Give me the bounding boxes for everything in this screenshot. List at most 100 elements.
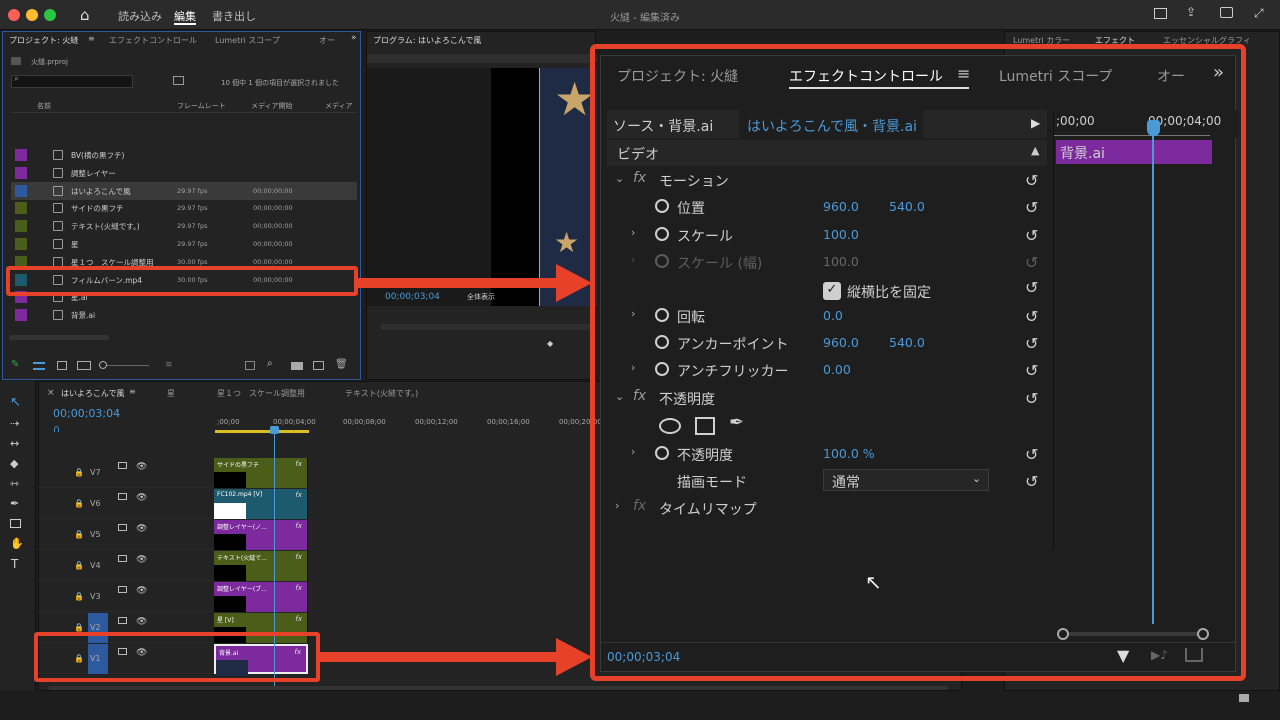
sync-lock-icon[interactable] [118, 555, 127, 562]
stopwatch-icon[interactable] [655, 308, 669, 322]
work-area-bar[interactable] [215, 430, 309, 433]
timeline-menu-icon[interactable]: ≡ [129, 387, 136, 396]
timeline-clip[interactable]: 調整レイヤー(ノ... fx [214, 520, 308, 550]
timeline-clip[interactable]: 調整レイヤー(ブ... fx [214, 582, 308, 612]
ec-tab-effect-controls[interactable]: エフェクトコントロール [789, 66, 943, 86]
ec-panel-menu-icon[interactable]: ≡ [957, 64, 970, 83]
more-tabs-icon[interactable]: » [351, 33, 357, 43]
export-icon[interactable] [1185, 648, 1203, 662]
type-tool-icon[interactable]: T [11, 557, 18, 571]
track-select-tool-icon[interactable]: ⇢ [10, 417, 19, 430]
automate-icon[interactable] [245, 361, 255, 370]
program-timecode[interactable]: 00;00;03;04 [385, 292, 440, 302]
col-media-start[interactable]: メディア開始 [251, 101, 293, 111]
lock-icon[interactable]: 🔒 [74, 530, 84, 539]
lock-icon[interactable]: 🔒 [74, 623, 84, 632]
fx-icon[interactable]: fx [633, 388, 646, 404]
ec-property-value-1[interactable]: 100.0 [823, 254, 859, 269]
timeline-clip[interactable]: サイドの黒フチ fx [214, 458, 308, 488]
project-item[interactable]: テキスト(火縫です。) 29.97 fps 00;00;00;00 [11, 217, 357, 235]
chevron-right-icon[interactable]: › [631, 307, 635, 320]
delete-icon[interactable]: 🗑 [335, 359, 348, 370]
track-header[interactable]: 🔒 V5 👁 [38, 520, 214, 550]
icon-view-icon[interactable] [57, 361, 67, 370]
chevron-down-icon[interactable]: ⌄ [615, 390, 624, 403]
ripple-tool-icon[interactable]: ↔ [10, 437, 19, 450]
ec-tab-audio[interactable]: オー [1157, 66, 1185, 86]
timeline-scrollbar[interactable] [48, 686, 948, 690]
ec-timecode[interactable]: 00;00;03;04 [607, 650, 680, 664]
ec-property-row[interactable]: › スケール (幅) 100.0 ↺ [601, 248, 1049, 275]
quick-export-icon[interactable] [1220, 7, 1233, 18]
pen-mask-icon[interactable]: ✒ [729, 412, 744, 433]
collapse-up-icon[interactable]: ▲ [1031, 144, 1039, 157]
ec-property-value-1[interactable]: 100.0 [823, 227, 859, 242]
ec-property-value-1[interactable]: 0.0 [823, 308, 843, 323]
sync-lock-icon[interactable] [118, 493, 127, 500]
sync-lock-icon[interactable] [118, 524, 127, 531]
selection-tool-icon[interactable]: ↖ [10, 395, 21, 410]
label-color-swatch[interactable] [15, 220, 27, 233]
uniform-scale-checkbox[interactable]: ✓ [823, 282, 841, 300]
razor-tool-icon[interactable]: ◆ [10, 457, 18, 470]
fx-icon[interactable]: fx [633, 170, 646, 186]
new-bin-icon[interactable] [291, 362, 303, 370]
horizontal-scrollbar[interactable] [9, 335, 109, 340]
label-color-swatch[interactable] [15, 238, 27, 250]
stopwatch-icon[interactable] [655, 254, 669, 268]
lock-icon[interactable]: 🔒 [74, 561, 84, 570]
ec-property-row[interactable]: › 回転 0.0 ↺ [601, 302, 1049, 329]
reset-icon[interactable]: ↺ [1025, 198, 1038, 217]
stopwatch-icon[interactable] [655, 199, 669, 213]
eye-icon[interactable]: 👁 [136, 586, 147, 596]
col-framerate[interactable]: フレームレート [177, 101, 226, 111]
workspace-edit[interactable]: 編集 [174, 8, 196, 24]
tab-program[interactable]: プログラム: はいよろこんで風 [373, 35, 481, 46]
stopwatch-icon[interactable] [655, 227, 669, 241]
pen-tool-icon[interactable]: ✒ [10, 497, 19, 510]
close-tab-icon[interactable]: × [47, 388, 55, 398]
folder-icon[interactable] [1239, 694, 1249, 702]
eye-icon[interactable]: 👁 [136, 462, 147, 472]
ec-property-row[interactable]: 位置 960.0 540.0 ↺ [601, 193, 1049, 220]
sync-lock-icon[interactable] [118, 617, 127, 624]
project-item[interactable]: 調整レイヤー [11, 164, 357, 182]
hand-tool-icon[interactable]: ✋ [10, 537, 24, 550]
workspace-export[interactable]: 書き出し [212, 8, 256, 24]
ec-zoom-scroll[interactable] [1061, 632, 1205, 636]
reset-icon[interactable]: ↺ [1025, 171, 1038, 190]
project-item[interactable]: はいよろこんで風 29.97 fps 00;00;00;00 [11, 181, 357, 200]
ec-property-value-1[interactable]: 0.00 [823, 362, 851, 377]
blend-mode-select[interactable]: 通常 ⌄ [823, 469, 989, 491]
tab-lumetri-scope[interactable]: Lumetri スコープ [215, 35, 280, 46]
minimize-window-button[interactable] [26, 9, 38, 21]
eye-icon[interactable]: 👁 [136, 555, 147, 565]
label-color-swatch[interactable] [15, 202, 27, 215]
ec-zoom-handle-right[interactable] [1197, 628, 1209, 640]
sync-lock-icon[interactable] [118, 586, 127, 593]
timeline-tab-text[interactable]: テキスト(火縫です。) [345, 388, 418, 399]
tab-effect-controls[interactable]: エフェクトコントロール [109, 35, 197, 46]
reset-icon[interactable]: ↺ [1025, 226, 1038, 245]
chevron-right-icon[interactable]: › [631, 253, 635, 266]
ec-property-value-1[interactable]: 960.0 [823, 199, 859, 214]
track-header[interactable]: 🔒 V7 👁 [38, 458, 214, 488]
new-item-icon[interactable] [313, 361, 324, 370]
ec-tab-lumetri[interactable]: Lumetri スコープ [999, 66, 1112, 86]
chevron-down-icon[interactable]: ⌄ [615, 172, 624, 185]
tab-project[interactable]: プロジェクト: 火縫 [9, 35, 78, 46]
rectangle-mask-icon[interactable] [695, 417, 715, 435]
stopwatch-icon[interactable] [655, 362, 669, 376]
zoom-window-button[interactable] [44, 9, 56, 21]
lock-icon[interactable]: 🔒 [74, 592, 84, 601]
ec-opacity-value-row[interactable]: › 不透明度 100.0 % ↺ [601, 440, 1049, 467]
fullscreen-icon[interactable]: ⤢ [1254, 6, 1264, 21]
project-item[interactable]: サイドの黒フチ 29.97 fps 00;00;00;00 [11, 199, 357, 217]
ec-property-value-1[interactable]: 960.0 [823, 335, 859, 350]
ec-opacity-value[interactable]: 100.0 % [823, 446, 875, 461]
snap-icon[interactable]: ∩ [53, 424, 60, 435]
new-bin-from-search-icon[interactable] [173, 76, 184, 85]
reset-icon[interactable]: ↺ [1025, 361, 1038, 380]
reset-icon[interactable]: ↺ [1025, 253, 1038, 272]
ec-zoom-handle-left[interactable] [1057, 628, 1069, 640]
